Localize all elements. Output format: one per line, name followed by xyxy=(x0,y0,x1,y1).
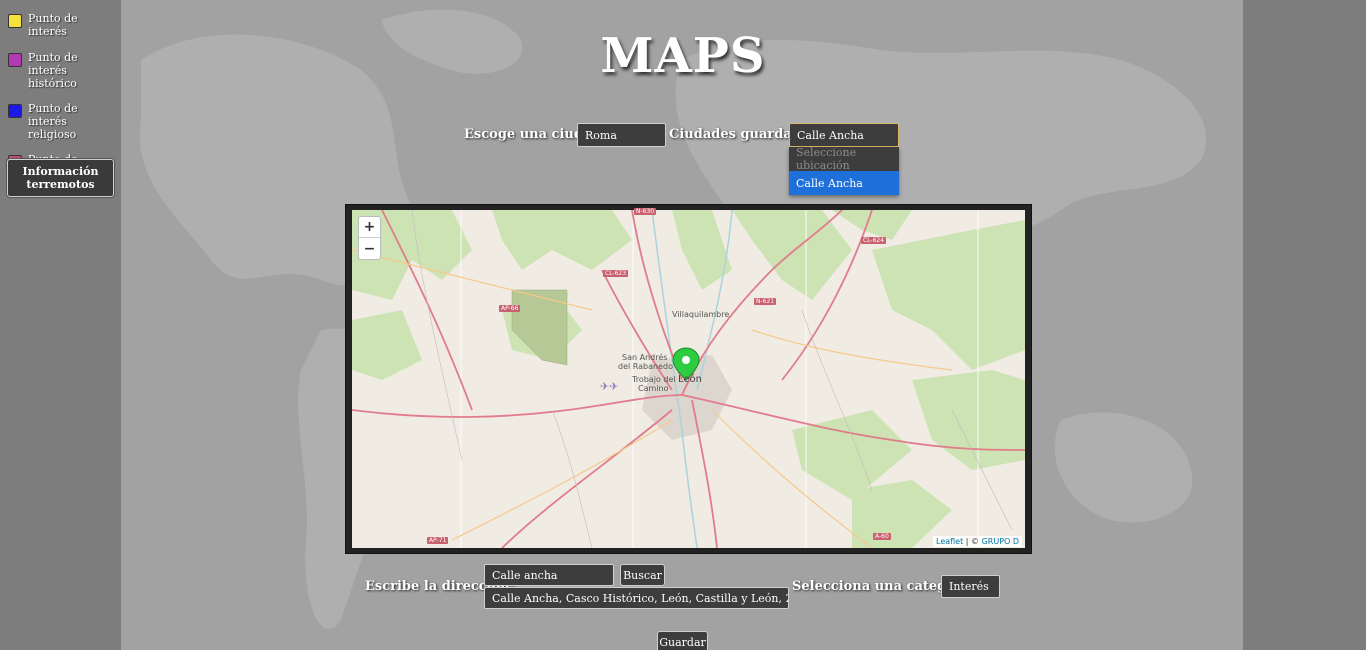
road-cl623: CL-623 xyxy=(603,270,629,277)
road-ap71: AP-71 xyxy=(427,537,449,544)
svg-text:✈✈: ✈✈ xyxy=(600,380,618,393)
saved-cities-dropdown: Seleccione ubicación Calle Ancha xyxy=(789,146,899,195)
category-select[interactable]: Interés xyxy=(941,575,1000,598)
zoom-out-button[interactable]: − xyxy=(359,238,380,259)
map-label-san-andres: San Andrés xyxy=(622,353,668,362)
map-label-trobajo: Trobajo del xyxy=(632,375,676,384)
page-title: MAPS xyxy=(600,28,766,84)
dropdown-option-calle-ancha[interactable]: Calle Ancha xyxy=(789,171,899,195)
city-input[interactable]: Roma xyxy=(577,123,666,147)
swatch-religious xyxy=(8,104,22,118)
road-cl624: CL-624 xyxy=(861,237,887,244)
map-label-villaquilambre: Villaquilambre xyxy=(672,310,730,319)
dropdown-option-placeholder: Seleccione ubicación xyxy=(796,146,857,172)
attribution-owner: GRUPO D xyxy=(981,537,1020,546)
earthquake-info-button[interactable]: Información terremotos xyxy=(7,159,114,197)
address-input[interactable]: Calle ancha xyxy=(484,564,614,586)
search-button[interactable]: Buscar xyxy=(620,564,665,586)
zoom-controls: + − xyxy=(358,216,381,260)
map-label-san-andres: del Rabanedo xyxy=(618,362,673,371)
legend-item-religious: Punto de interés religioso xyxy=(8,102,118,141)
road-a60: A-60 xyxy=(873,533,891,540)
zoom-in-button[interactable]: + xyxy=(359,217,380,238)
save-button[interactable]: Guardar xyxy=(657,631,708,650)
attribution-separator: | © xyxy=(963,537,982,546)
saved-cities-select[interactable]: Calle Ancha xyxy=(789,123,899,147)
leaflet-link[interactable]: Leaflet xyxy=(936,537,963,546)
map-label-leon: León xyxy=(678,374,703,385)
map-attribution: Leaflet | © GRUPO D xyxy=(933,536,1023,547)
address-suggestion[interactable]: Calle Ancha, Casco Histórico, León, Cast… xyxy=(484,587,789,609)
road-ap66: AP-66 xyxy=(499,305,521,312)
road-n630: N-630 xyxy=(634,208,657,215)
legend-label: Punto de interés religioso xyxy=(28,102,78,141)
road-n621: N-621 xyxy=(754,298,777,305)
map-label-trobajo: Camino xyxy=(638,384,669,393)
swatch-interest xyxy=(8,14,22,28)
right-panel xyxy=(1243,0,1366,650)
